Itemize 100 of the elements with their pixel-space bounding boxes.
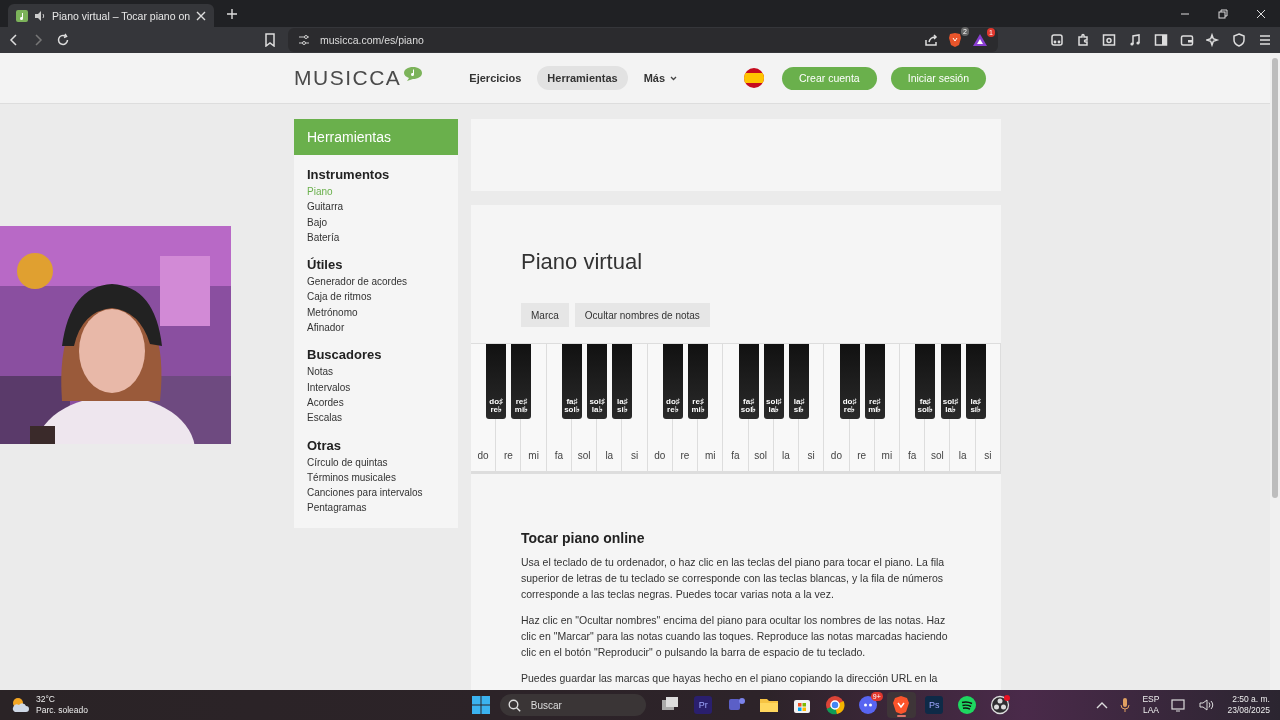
app-icon[interactable]: Pr [694, 696, 713, 714]
shield-icon[interactable] [1232, 33, 1246, 47]
chevron-down-icon [670, 75, 678, 81]
sidebar-link[interactable]: Escalas [294, 410, 458, 426]
note-label: la♯ [793, 398, 805, 406]
nav-link[interactable]: Más [633, 66, 688, 90]
sidebar-link[interactable]: Términos musicales [294, 469, 458, 486]
close-icon[interactable] [1256, 8, 1266, 19]
toolbar-button[interactable]: Marca [521, 303, 569, 327]
restore-icon[interactable] [1218, 8, 1228, 19]
reload-icon[interactable] [56, 33, 70, 47]
note-label: la♭ [945, 406, 956, 414]
menu-icon[interactable] [1258, 33, 1272, 47]
search-field[interactable]: Buscar [499, 694, 646, 716]
sidebar-link[interactable]: Canciones para intervalos [294, 485, 458, 501]
round-logo-icon[interactable] [825, 695, 846, 715]
music-note-icon[interactable] [1128, 33, 1142, 47]
sidebar-icon[interactable] [1154, 33, 1168, 47]
note-label: sol♯ [766, 398, 782, 406]
natural-key[interactable]: fa [900, 423, 925, 471]
sidebar-link[interactable]: Acordes [294, 394, 458, 411]
natural-key[interactable]: la [597, 423, 622, 471]
tab-title: Piano virtual – Tocar piano on [52, 9, 191, 22]
puzzle-icon[interactable] [1076, 33, 1090, 47]
sidebar-link[interactable]: Generador de acordes [294, 274, 458, 290]
circle-logo-icon[interactable] [990, 695, 1011, 715]
start-icon[interactable] [471, 696, 490, 714]
lion-shield-icon[interactable] [891, 695, 912, 715]
spotify-icon[interactable] [957, 695, 978, 715]
natural-key[interactable]: do [647, 423, 672, 471]
nav-link[interactable]: Herramientas [537, 66, 628, 90]
language-indicator[interactable]: ESP LAA [1142, 694, 1160, 716]
bookmark-icon[interactable] [264, 33, 276, 47]
flag-icon[interactable] [744, 68, 764, 88]
sidebar-link[interactable]: Intervalos [294, 379, 458, 395]
sharp-key[interactable]: re♯ mi♭ [688, 344, 709, 419]
natural-key[interactable]: sol [925, 423, 950, 471]
natural-key[interactable]: si [799, 423, 824, 471]
triangle-icon[interactable] [972, 33, 988, 47]
natural-key[interactable]: re [849, 423, 874, 471]
natural-key[interactable]: do [471, 423, 496, 471]
speaker-icon [34, 9, 46, 22]
network-icon[interactable] [1171, 698, 1188, 712]
share-icon[interactable] [924, 33, 938, 47]
natural-key[interactable]: la [950, 423, 975, 471]
sharp-key[interactable]: sol♯ la♭ [587, 344, 608, 419]
natural-key[interactable]: si [975, 423, 1000, 471]
sharp-key[interactable]: la♯ si♭ [612, 344, 633, 419]
sidebar-link[interactable]: Metrónomo [294, 304, 458, 321]
sidebar-link[interactable]: Círculo de quintas [294, 454, 458, 470]
natural-key[interactable]: la [773, 423, 799, 471]
wallet-icon[interactable] [1180, 33, 1194, 47]
sidebar-link[interactable]: Caja de ritmos [294, 289, 458, 305]
sharp-key[interactable]: fa♯ sol♭ [561, 344, 582, 419]
sharp-key[interactable]: re♯ mi♭ [864, 344, 885, 419]
sharp-key[interactable]: la♯ si♭ [965, 344, 986, 419]
sharp-key[interactable]: sol♯ la♭ [940, 344, 961, 419]
sidebar-link[interactable]: Batería [294, 229, 458, 246]
sidebar-link[interactable]: Bajo [294, 214, 458, 230]
volume-icon[interactable] [1199, 698, 1216, 712]
back-icon[interactable] [8, 33, 20, 47]
sharp-key[interactable]: fa♯ sol♭ [915, 344, 936, 419]
natural-key[interactable]: fa [546, 423, 571, 471]
controller-icon[interactable] [858, 695, 879, 715]
new-tab-icon[interactable] [226, 7, 239, 20]
sharp-key[interactable]: re♯ mi♭ [511, 344, 532, 419]
natural-key[interactable]: re [672, 423, 698, 471]
chevron-up-icon[interactable] [1096, 701, 1109, 709]
microphone-icon[interactable] [1120, 697, 1131, 713]
lion-shield-icon[interactable] [948, 32, 962, 48]
sharp-key[interactable]: do♯ re♭ [839, 344, 860, 419]
site-logo[interactable]: MUSICCA [294, 66, 402, 90]
natural-key[interactable]: fa [723, 423, 748, 471]
sharp-key[interactable]: do♯ re♭ [662, 344, 683, 419]
sharp-key[interactable]: fa♯ sol♭ [738, 344, 759, 419]
natural-key[interactable]: sol [571, 423, 597, 471]
natural-key[interactable]: do [824, 423, 849, 471]
sharp-key[interactable]: do♯ re♭ [486, 344, 507, 419]
browser-tab[interactable]: Piano virtual – Tocar piano on [8, 4, 215, 27]
natural-key[interactable]: mi [698, 423, 723, 471]
natural-key[interactable]: mi [521, 423, 546, 471]
natural-key[interactable]: si [622, 423, 647, 471]
natural-key[interactable]: sol [748, 423, 773, 471]
sharp-key[interactable]: la♯ si♭ [789, 344, 810, 419]
paragraph: Puedes guardar las marcas que hayas hecho en el piano copiando la dirección URL en la [521, 671, 939, 686]
window-search-icon[interactable] [1102, 33, 1116, 47]
sparkle-icon[interactable] [1206, 33, 1220, 47]
app-icon[interactable]: Ps [925, 696, 944, 714]
toolbar-button[interactable]: Ocultar nombres de notas [574, 303, 710, 327]
natural-key[interactable]: re [496, 423, 521, 471]
natural-key[interactable]: mi [874, 423, 899, 471]
nav-link[interactable]: Ejercicios [459, 66, 532, 90]
glasses-icon[interactable] [1050, 33, 1064, 47]
clock[interactable]: 2:50 a. m. 23/08/2025 [1227, 694, 1270, 716]
sharp-key[interactable]: sol♯ la♭ [763, 344, 784, 419]
forward-icon[interactable] [32, 33, 44, 47]
sidebar-link[interactable]: Pentagramas [294, 500, 458, 516]
sidebar-link[interactable]: Afinador [294, 320, 458, 336]
sidebar-link[interactable]: Notas [294, 364, 458, 380]
sidebar-link[interactable]: Guitarra [294, 199, 458, 215]
